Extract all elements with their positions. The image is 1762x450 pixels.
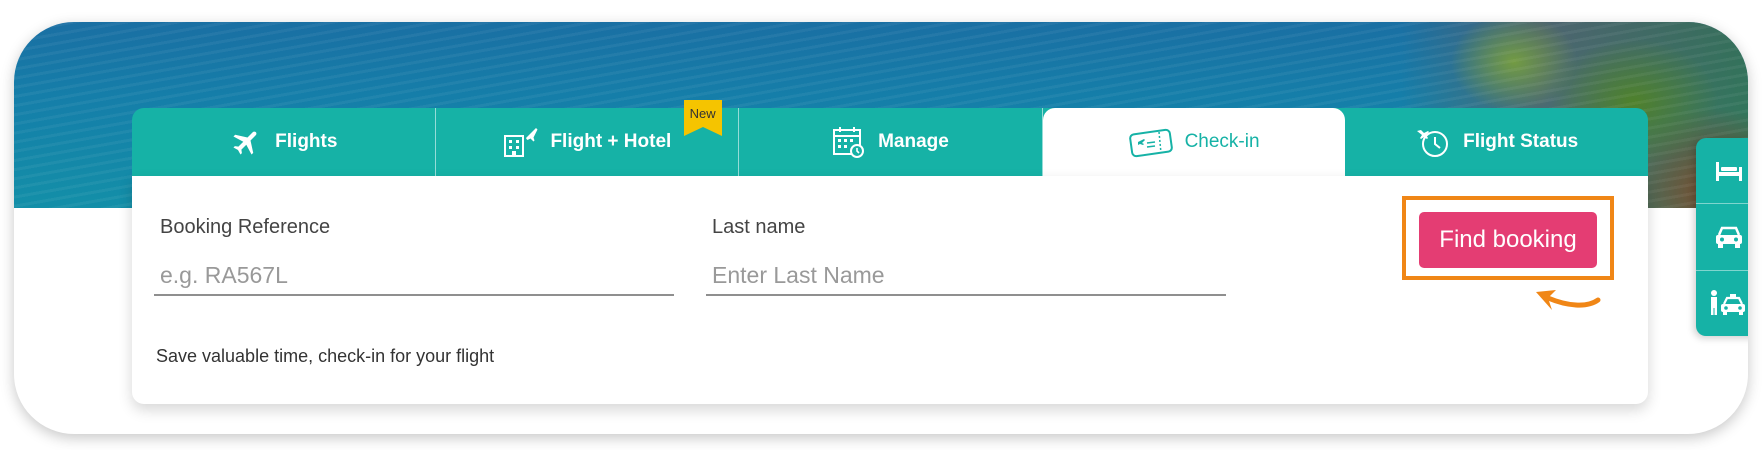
check-in-panel: Booking Reference Last name Save valuabl… xyxy=(132,176,1648,404)
new-badge: New xyxy=(683,100,722,136)
taxi-person-icon xyxy=(1711,290,1745,316)
tab-bar: Flights Flight + Hotel New Manage Check-… xyxy=(132,100,1648,176)
side-item-transfers[interactable] xyxy=(1696,271,1748,336)
tab-manage[interactable]: Manage xyxy=(739,108,1043,176)
side-item-hotels[interactable] xyxy=(1696,138,1748,205)
tab-flights[interactable]: Flights xyxy=(132,108,436,176)
side-item-car-hire[interactable] xyxy=(1696,204,1748,271)
booking-widget: Flights Flight + Hotel New Manage Check-… xyxy=(132,100,1648,404)
plane-icon xyxy=(233,131,257,155)
new-badge-label: New xyxy=(689,106,716,121)
last-name-input[interactable] xyxy=(706,256,1226,296)
pointer-arrow-icon xyxy=(1536,290,1601,310)
boarding-pass-icon xyxy=(1128,128,1173,158)
tab-check-in-label: Check-in xyxy=(1184,131,1260,152)
tab-flights-label: Flights xyxy=(275,131,338,152)
check-in-hint: Save valuable time, check-in for your fl… xyxy=(156,346,495,366)
plane-clock-icon xyxy=(1417,130,1449,157)
booking-reference-input[interactable] xyxy=(154,256,674,296)
page-frame: Flights Flight + Hotel New Manage Check-… xyxy=(14,22,1748,434)
side-quick-menu xyxy=(1696,138,1748,336)
bed-icon xyxy=(1716,161,1742,181)
hotel-plane-icon xyxy=(504,128,538,157)
tab-flight-status-label: Flight Status xyxy=(1463,131,1579,152)
car-icon xyxy=(1716,226,1742,248)
find-booking-button[interactable]: Find booking xyxy=(1419,212,1597,268)
last-name-label: Last name xyxy=(712,216,806,238)
tab-flight-status[interactable]: Flight Status xyxy=(1345,108,1648,176)
tab-flight-hotel[interactable]: Flight + Hotel New xyxy=(436,100,740,176)
tab-flight-hotel-label: Flight + Hotel xyxy=(550,131,672,152)
tab-manage-label: Manage xyxy=(878,131,949,152)
calendar-icon xyxy=(833,127,865,158)
tab-check-in[interactable]: Check-in xyxy=(1042,108,1346,176)
booking-reference-label: Booking Reference xyxy=(160,216,331,238)
